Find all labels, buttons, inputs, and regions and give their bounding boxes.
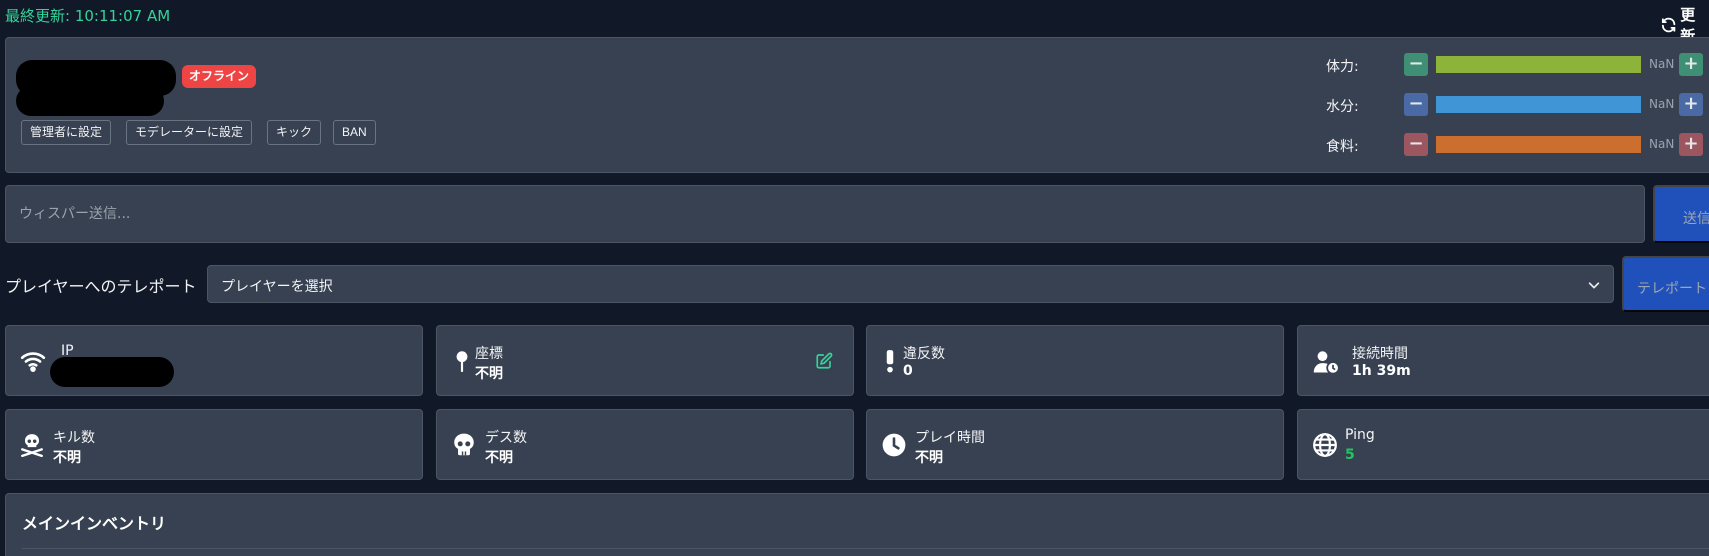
top-bar: 最終更新: 10:11:07 AM 更新 bbox=[0, 0, 1709, 45]
ban-button[interactable]: BAN bbox=[333, 120, 376, 145]
player-select[interactable]: プレイヤーを選択 bbox=[207, 265, 1614, 303]
food-increase-button[interactable]: + bbox=[1679, 133, 1703, 156]
set-admin-button[interactable]: 管理者に設定 bbox=[21, 120, 112, 145]
health-increase-button[interactable]: + bbox=[1679, 53, 1703, 76]
coordinates-value: 不明 bbox=[475, 366, 503, 382]
deaths-value: 不明 bbox=[485, 450, 513, 466]
info-card-play-time: プレイ時間 不明 bbox=[866, 409, 1284, 480]
stat-row-food: 食料: − NaN + bbox=[1326, 130, 1709, 160]
set-moderator-button[interactable]: モデレーターに設定 bbox=[126, 120, 253, 145]
food-value: NaN bbox=[1649, 137, 1675, 151]
clock-icon bbox=[882, 433, 906, 457]
info-card-ping: Ping 5 bbox=[1297, 409, 1709, 480]
connection-time-label: 接続時間 bbox=[1352, 346, 1408, 362]
food-decrease-button[interactable]: − bbox=[1404, 133, 1428, 156]
skull-crossbones-icon bbox=[21, 434, 43, 458]
stat-row-health: 体力: − NaN + bbox=[1326, 50, 1709, 80]
food-bar[interactable] bbox=[1436, 136, 1641, 153]
player-select-value: プレイヤーを選択 bbox=[221, 279, 333, 295]
stat-label-health: 体力: bbox=[1326, 59, 1359, 75]
info-card-deaths: デス数 不明 bbox=[436, 409, 854, 480]
play-time-value: 不明 bbox=[915, 450, 943, 466]
info-card-kills: キル数 不明 bbox=[5, 409, 423, 480]
redacted-player-name-line2 bbox=[16, 86, 164, 116]
kick-button[interactable]: キック bbox=[267, 120, 322, 145]
chevron-down-icon bbox=[1588, 282, 1600, 289]
whisper-input[interactable] bbox=[5, 185, 1645, 243]
skull-icon bbox=[454, 433, 474, 456]
ping-value: 5 bbox=[1345, 447, 1355, 463]
map-pin-icon bbox=[456, 351, 468, 372]
violations-label: 違反数 bbox=[903, 346, 945, 362]
info-card-ip: IP bbox=[5, 325, 423, 396]
last-update-text: 最終更新: 10:11:07 AM bbox=[5, 7, 171, 25]
globe-icon bbox=[1313, 433, 1337, 457]
info-card-coordinates: 座標 不明 bbox=[436, 325, 854, 396]
inventory-title: メインインベントリ bbox=[22, 514, 167, 533]
deaths-label: デス数 bbox=[485, 430, 527, 446]
stat-label-hydration: 水分: bbox=[1326, 99, 1359, 115]
hydration-decrease-button[interactable]: − bbox=[1404, 93, 1428, 116]
info-card-connection-time: 接続時間 1h 39m bbox=[1297, 325, 1709, 396]
exclamation-icon bbox=[886, 350, 894, 373]
connection-time-value: 1h 39m bbox=[1352, 363, 1411, 379]
redacted-ip bbox=[50, 357, 174, 387]
status-badge: オフライン bbox=[182, 65, 257, 88]
teleport-button[interactable]: テレポート bbox=[1622, 256, 1709, 312]
main-inventory-panel: メインインベントリ bbox=[5, 493, 1709, 556]
health-bar[interactable] bbox=[1436, 56, 1641, 73]
edit-icon[interactable] bbox=[815, 352, 833, 370]
coordinates-label: 座標 bbox=[475, 346, 503, 362]
hydration-bar[interactable] bbox=[1436, 96, 1641, 113]
kills-label: キル数 bbox=[53, 430, 95, 446]
teleport-label: プレイヤーへのテレポート bbox=[5, 277, 197, 296]
play-time-label: プレイ時間 bbox=[915, 430, 985, 446]
user-clock-icon bbox=[1313, 351, 1340, 375]
violations-value: 0 bbox=[903, 363, 913, 379]
health-decrease-button[interactable]: − bbox=[1404, 53, 1428, 76]
stat-label-food: 食料: bbox=[1326, 139, 1359, 155]
info-card-violations: 違反数 0 bbox=[866, 325, 1284, 396]
player-card: オフライン 管理者に設定 モデレーターに設定 キック BAN 体力: − NaN… bbox=[5, 37, 1709, 173]
health-value: NaN bbox=[1649, 57, 1675, 71]
stat-row-hydration: 水分: − NaN + bbox=[1326, 90, 1709, 120]
hydration-value: NaN bbox=[1649, 97, 1675, 111]
ping-label: Ping bbox=[1345, 427, 1375, 443]
refresh-icon bbox=[1661, 17, 1676, 33]
send-button[interactable]: 送信 bbox=[1653, 185, 1709, 243]
hydration-increase-button[interactable]: + bbox=[1679, 93, 1703, 116]
wifi-icon bbox=[20, 352, 46, 372]
kills-value: 不明 bbox=[53, 450, 81, 466]
inventory-divider bbox=[22, 548, 1709, 549]
